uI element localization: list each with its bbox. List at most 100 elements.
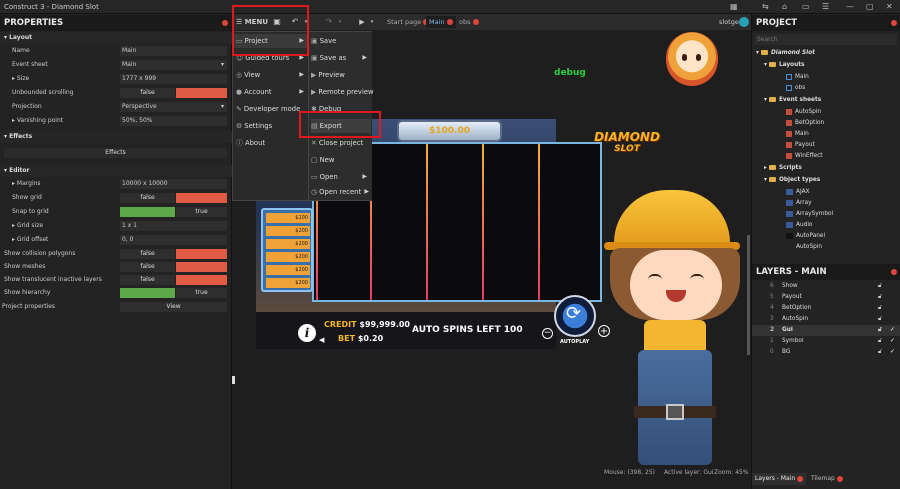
collision-false-toggle[interactable]: false (120, 249, 175, 259)
tab-main[interactable]: Main (426, 16, 456, 28)
vertical-scrollbar[interactable] (747, 235, 750, 355)
character-girl-image[interactable] (604, 190, 751, 465)
project-close-icon[interactable] (891, 20, 897, 26)
layer-row[interactable]: 4 BetOption 🔓︎ (752, 303, 900, 314)
event-sheet-select[interactable]: Main ▾ (120, 60, 227, 70)
menu-item-about[interactable]: ⓘ About (233, 136, 308, 150)
maximize-icon[interactable]: ▢ (866, 2, 874, 11)
projection-select[interactable]: Perspective ▾ (120, 102, 227, 112)
section-editor[interactable]: ▾ Editor (0, 165, 232, 177)
tree-event-item[interactable]: BetOption (786, 118, 824, 129)
tree-object-item[interactable]: AutoPanel (786, 231, 825, 242)
paytable-row: $200 (266, 226, 310, 236)
paytable-row: $200 (266, 239, 310, 249)
redo-icon[interactable]: ↷ (322, 16, 336, 28)
debug-label: debug (554, 68, 586, 78)
submenu-new[interactable]: ▢ New (311, 153, 371, 167)
layer-row[interactable]: 0 BG 🔓︎ ✓ (752, 347, 900, 358)
info-icon[interactable]: i (298, 324, 316, 342)
tree-object-item[interactable]: Array (786, 198, 812, 209)
show-grid-false-toggle[interactable]: false (120, 193, 175, 203)
menu-item-view[interactable]: ◎ View ▶ (233, 68, 308, 82)
tab-obs[interactable]: obs (456, 16, 482, 28)
lock-icon: 🔓︎ (878, 283, 882, 289)
tree-event-item[interactable]: Main (786, 129, 809, 140)
app-icon-3[interactable]: ⌂ (782, 2, 787, 11)
snap-true-toggle[interactable]: true (176, 207, 227, 217)
collision-true-toggle[interactable] (176, 249, 227, 259)
layer-row[interactable]: 1 Symbol 🔓︎ ✓ (752, 336, 900, 347)
recent-icon: ◷ (311, 188, 317, 196)
meshes-true-toggle[interactable] (176, 262, 227, 272)
effects-button[interactable]: Effects (4, 148, 227, 158)
tree-object-item[interactable]: Audio (786, 220, 812, 231)
tab-start-page[interactable]: Start page (384, 16, 432, 28)
view-project-properties-button[interactable]: View (120, 302, 227, 312)
translucent-true-toggle[interactable] (176, 275, 227, 285)
tree-event-sheets-folder[interactable]: ▾ Event sheets (764, 95, 821, 106)
minimize-icon[interactable]: — (846, 2, 854, 11)
prop-margins: ▸ Margins 10000 x 10000 (0, 178, 232, 190)
tree-object-item[interactable]: ArraySymbol (786, 209, 833, 220)
layer-row[interactable]: 3 AutoSpin 🔓︎ (752, 314, 900, 325)
user-avatar[interactable] (739, 17, 749, 27)
scroll-marker[interactable] (232, 376, 235, 384)
unbounded-true-toggle[interactable] (176, 88, 227, 98)
tree-object-item[interactable]: AutoSpin (786, 242, 822, 253)
translucent-false-toggle[interactable]: false (120, 275, 175, 285)
prop-unbounded: Unbounded scrolling false (0, 87, 232, 99)
redo-dropdown-icon[interactable]: ▾ (337, 16, 343, 28)
submenu-remote-preview[interactable]: ▶ Remote preview (311, 85, 374, 99)
close-icon[interactable]: ✕ (886, 2, 893, 11)
hierarchy-true-toggle[interactable]: true (176, 288, 227, 298)
layer-row[interactable]: 6 Show 🔓︎ (752, 281, 900, 292)
tree-layout-item[interactable]: Main (786, 72, 809, 83)
app-icon-2[interactable]: ⇆ (762, 2, 769, 11)
unbounded-false-toggle[interactable]: false (120, 88, 175, 98)
app-icon-1[interactable]: ▦ (730, 2, 738, 11)
tree-layouts-folder[interactable]: ▾ Layouts (764, 60, 804, 71)
tree-scripts-folder[interactable]: ▸ Scripts (764, 163, 802, 174)
hierarchy-false-toggle[interactable] (120, 288, 175, 298)
zoom-level: Zoom: 45% (714, 469, 749, 476)
submenu-preview[interactable]: ▶ Preview (311, 68, 371, 82)
tree-object-types-folder[interactable]: ▾ Object types (764, 175, 820, 186)
meshes-false-toggle[interactable]: false (120, 262, 175, 272)
submenu-open[interactable]: ▭ Open ▶ (311, 170, 371, 184)
submenu-save[interactable]: ▣ Save (311, 34, 371, 48)
menu-item-account[interactable]: ● Account ▶ (233, 85, 308, 99)
submenu-close-project[interactable]: ✕ Close project (311, 136, 371, 150)
layer-row[interactable]: 5 Payout 🔓︎ (752, 292, 900, 303)
project-search-input[interactable] (754, 34, 897, 45)
submenu-save-as[interactable]: ▣ Save as ▶ (311, 51, 371, 65)
app-icon-5[interactable]: ☰ (822, 2, 829, 11)
section-layout[interactable]: ▾ Layout (0, 32, 232, 44)
tree-layout-item[interactable]: obs (786, 83, 805, 94)
sound-icon[interactable]: ◀ (319, 336, 324, 344)
prop-name-value[interactable]: Main (120, 46, 227, 56)
section-effects[interactable]: ▾ Effects (0, 131, 232, 143)
export-highlight-box (299, 111, 381, 138)
submenu-open-recent[interactable]: ◷ Open recent ▶ (311, 185, 373, 199)
show-grid-true-toggle[interactable] (176, 193, 227, 203)
tree-root[interactable]: ▾ Diamond Slot (756, 48, 815, 59)
menu-item-developer-mode[interactable]: ✎ Developer mode (233, 102, 308, 116)
layer-row-selected[interactable]: 2 Gui 🔓︎ ✓ (752, 325, 900, 336)
tree-event-item[interactable]: WinEffect (786, 151, 823, 162)
tree-event-item[interactable]: Payout (786, 140, 815, 151)
layers-close-icon[interactable] (891, 269, 897, 275)
tree-object-item[interactable]: AJAX (786, 187, 810, 198)
properties-close-icon[interactable] (222, 20, 228, 26)
tab-tilemap[interactable]: Tilemap (808, 473, 848, 485)
menu-item-settings[interactable]: ⚙ Settings (233, 119, 308, 133)
bunny-mascot-image[interactable] (666, 32, 718, 86)
tree-event-item[interactable]: AutoSpin (786, 107, 821, 118)
bet-minus-button[interactable]: − (542, 328, 553, 339)
app-icon-4[interactable]: ▭ (802, 2, 810, 11)
play-dropdown-icon[interactable]: ▾ (369, 16, 375, 28)
spin-button[interactable]: ⟳ (554, 295, 596, 337)
snap-false-toggle[interactable] (120, 207, 175, 217)
prop-event-sheet: Event sheet Main ▾ (0, 59, 232, 71)
tab-layers-main[interactable]: Layers - Main (752, 473, 806, 485)
play-icon[interactable]: ▶ (357, 16, 367, 28)
